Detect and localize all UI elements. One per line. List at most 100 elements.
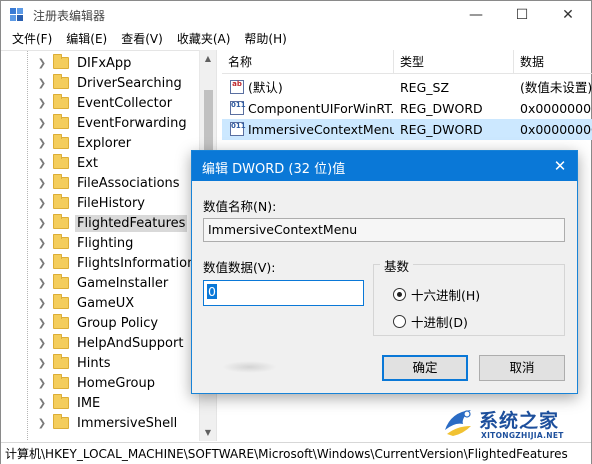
folder-icon <box>53 134 69 149</box>
expand-chevron-icon[interactable]: ❯ <box>35 298 49 309</box>
expand-chevron-icon[interactable]: ❯ <box>35 58 49 69</box>
expand-chevron-icon[interactable]: ❯ <box>35 378 49 389</box>
tree-item[interactable]: ❯ FileHistory <box>35 193 147 213</box>
expand-chevron-icon[interactable]: ❯ <box>35 418 49 429</box>
expand-chevron-icon[interactable]: ❯ <box>35 118 49 129</box>
folder-icon <box>53 214 69 229</box>
edit-dword-dialog: 编辑 DWORD (32 位)值 ✕ 数值名称(N): ImmersiveCon… <box>191 150 578 394</box>
expand-chevron-icon[interactable]: ❯ <box>35 98 49 109</box>
radio-dec-indicator[interactable] <box>393 315 406 328</box>
tree-item-label: IME <box>77 395 101 411</box>
tree-item[interactable]: ❯ HelpAndSupport <box>35 333 185 353</box>
close-button[interactable]: ✕ <box>545 1 591 29</box>
maximize-button[interactable]: ☐ <box>499 1 545 29</box>
dialog-title-bar: 编辑 DWORD (32 位)值 ✕ <box>192 151 577 181</box>
tree-item[interactable]: ❯ EventForwarding <box>35 113 189 133</box>
folder-icon <box>53 374 69 389</box>
radio-hex-indicator[interactable] <box>393 288 406 301</box>
menu-favorites[interactable]: 收藏夹(A) <box>170 29 238 49</box>
expand-chevron-icon[interactable]: ❯ <box>35 78 49 89</box>
menu-help[interactable]: 帮助(H) <box>237 29 293 49</box>
value-data-label: 数值数据(V): <box>203 260 276 275</box>
folder-icon <box>53 354 69 369</box>
tree-item[interactable]: ❯ Flighting <box>35 233 135 253</box>
menu-file[interactable]: 文件(F) <box>5 29 59 49</box>
value-name: (默认) <box>248 80 283 95</box>
value-row[interactable]: ab (默认) REG_SZ (数值未设置) <box>222 77 592 98</box>
tree-item[interactable]: ❯ Group Policy <box>35 313 160 333</box>
column-type-header[interactable]: 类型 <box>394 50 514 74</box>
value-row[interactable]: 011 ComponentUIForWinRT... REG_DWORD 0x0000… <box>222 98 592 119</box>
string-value-icon: ab <box>230 80 244 94</box>
expand-chevron-icon[interactable]: ❯ <box>35 218 49 229</box>
regedit-app-icon <box>10 8 23 21</box>
menu-view[interactable]: 查看(V) <box>114 29 170 49</box>
value-data: 0x00000001 <box>520 101 592 116</box>
tree-item-label: FileAssociations <box>77 175 180 191</box>
expand-chevron-icon[interactable]: ❯ <box>35 198 49 209</box>
radio-hexadecimal[interactable]: 十六进制(H) <box>393 285 480 304</box>
expand-chevron-icon[interactable]: ❯ <box>35 278 49 289</box>
scroll-down-arrow-icon[interactable]: ▼ <box>200 424 216 440</box>
tree-item[interactable]: ❯ GameUX <box>35 293 136 313</box>
tree-item[interactable]: ❯ DriverSearching <box>35 73 184 93</box>
menu-edit[interactable]: 编辑(E) <box>59 29 114 49</box>
list-header: 名称 类型 数据 <box>222 50 592 74</box>
tree-item-label: HomeGroup <box>77 375 155 391</box>
folder-icon <box>53 74 69 89</box>
radio-hex-label: 十六进制(H) <box>411 288 481 303</box>
cancel-button[interactable]: 取消 <box>479 355 565 381</box>
tree-item[interactable]: ❯ DIFxApp <box>35 53 133 73</box>
folder-icon <box>53 194 69 209</box>
value-row[interactable]: 011 ImmersiveContextMenu REG_DWORD 0x000000… <box>222 119 592 140</box>
value-type: REG_DWORD <box>400 101 483 116</box>
folder-icon <box>53 154 69 169</box>
tree-item-label: Group Policy <box>77 315 159 331</box>
expand-chevron-icon[interactable]: ❯ <box>35 358 49 369</box>
radio-decimal[interactable]: 十进制(D) <box>393 312 468 331</box>
folder-icon <box>53 394 69 409</box>
expand-chevron-icon[interactable]: ❯ <box>35 318 49 329</box>
tree-item[interactable]: ❯ FlightedFeatures <box>35 213 188 233</box>
folder-icon <box>53 294 69 309</box>
expand-chevron-icon[interactable]: ❯ <box>35 398 49 409</box>
tree-item[interactable]: ❯ IME <box>35 393 102 413</box>
folder-icon <box>53 94 69 109</box>
tree-item[interactable]: ❯ EventCollector <box>35 93 174 113</box>
minimize-button[interactable]: — <box>453 1 499 29</box>
column-data-header[interactable]: 数据 <box>514 50 592 74</box>
tree-item[interactable]: ❯ HomeGroup <box>35 373 157 393</box>
expand-chevron-icon[interactable]: ❯ <box>35 258 49 269</box>
tree-item[interactable]: ❯ FileAssociations <box>35 173 182 193</box>
expand-chevron-icon[interactable]: ❯ <box>35 238 49 249</box>
value-data-text: 0 <box>207 284 217 299</box>
folder-icon <box>53 334 69 349</box>
tree-item-label: DIFxApp <box>77 55 132 71</box>
site-watermark: 系统之家 XITONGZHIJIA.NET <box>441 404 591 444</box>
tree-item[interactable]: ❯ ImmersiveShell <box>35 413 179 433</box>
tree-item[interactable]: ❯ Hints <box>35 353 113 373</box>
tree-item[interactable]: ❯ FlightsInformation <box>35 253 197 273</box>
value-type: REG_SZ <box>400 80 450 95</box>
value-data-input[interactable]: 0 <box>203 280 364 306</box>
tree-item-label: GameUX <box>77 295 135 311</box>
ok-button[interactable]: 确定 <box>382 355 468 381</box>
tree-item-label: Ext <box>77 155 99 171</box>
expand-chevron-icon[interactable]: ❯ <box>35 138 49 149</box>
column-name-header[interactable]: 名称 <box>222 50 394 74</box>
dialog-close-icon[interactable]: ✕ <box>543 151 577 181</box>
tree-item-label: GameInstaller <box>77 275 169 291</box>
tree-item-label: FlightsInformation <box>77 255 196 271</box>
dialog-title: 编辑 DWORD (32 位)值 <box>202 162 346 177</box>
expand-chevron-icon[interactable]: ❯ <box>35 338 49 349</box>
expand-chevron-icon[interactable]: ❯ <box>35 178 49 189</box>
tree-item[interactable]: ❯ GameInstaller <box>35 273 170 293</box>
tree-item[interactable]: ❯ Explorer <box>35 133 133 153</box>
expand-chevron-icon[interactable]: ❯ <box>35 158 49 169</box>
title-bar: 注册表编辑器 — ☐ ✕ <box>1 1 591 29</box>
value-name-field: ImmersiveContextMenu <box>203 218 565 242</box>
tree-item[interactable]: ❯ Ext <box>35 153 100 173</box>
scroll-up-arrow-icon[interactable]: ▲ <box>200 50 216 66</box>
tree-item-label: Explorer <box>77 135 132 151</box>
tree-item-label: ImmersiveShell <box>77 415 178 431</box>
